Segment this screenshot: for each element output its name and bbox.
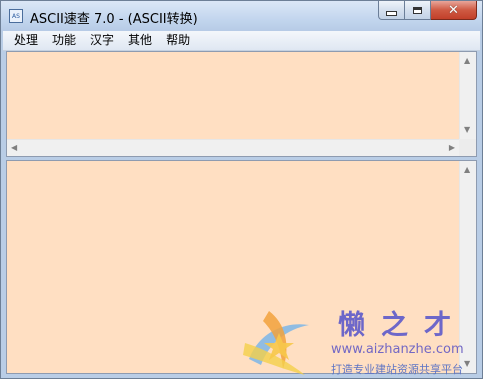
input-vertical-scrollbar[interactable]: ▲ ▼ [459,52,476,139]
title-bar[interactable]: AS ASCII速查 7.0 - (ASCII转换) ✕ [1,1,482,31]
caption-buttons: ✕ [378,1,477,21]
watermark-slogan: 打造专业建站资源共享平台 [331,363,463,376]
scroll-left-arrow-icon[interactable]: ◀ [11,144,17,152]
app-icon[interactable]: AS [9,9,23,23]
minimize-button[interactable] [378,1,405,20]
menu-bar: 处理 功能 汉字 其他 帮助 [3,31,480,51]
scrollbar-corner [459,139,476,156]
watermark-logo-icon [243,311,309,375]
scroll-down-arrow-icon[interactable]: ▼ [464,126,470,134]
maximize-icon [413,6,422,14]
menu-item-other[interactable]: 其他 [121,31,159,50]
scroll-right-arrow-icon[interactable]: ▶ [449,144,455,152]
menu-item-process[interactable]: 处理 [7,31,45,50]
scroll-up-arrow-icon[interactable]: ▲ [464,57,470,65]
watermark: 懒之才 www.aizhanzhe.com 打造专业建站资源共享平台 [233,301,483,379]
close-button[interactable]: ✕ [431,1,477,20]
watermark-url: www.aizhanzhe.com [331,342,464,357]
input-horizontal-scrollbar[interactable]: ◀ ▶ [7,139,459,156]
menu-item-help[interactable]: 帮助 [159,31,197,50]
close-icon: ✕ [448,2,459,18]
window-title: ASCII速查 7.0 - (ASCII转换) [30,12,198,27]
menu-item-function[interactable]: 功能 [45,31,83,50]
watermark-title: 懒之才 [338,310,467,341]
maximize-button[interactable] [405,1,431,20]
scroll-up-arrow-icon[interactable]: ▲ [464,166,470,174]
input-text-area[interactable]: ▲ ▼ ◀ ▶ [6,51,477,157]
minimize-icon [386,10,397,16]
app-window: AS ASCII速查 7.0 - (ASCII转换) ✕ 处理 功能 汉字 其他… [0,0,483,379]
menu-item-chinese[interactable]: 汉字 [83,31,121,50]
